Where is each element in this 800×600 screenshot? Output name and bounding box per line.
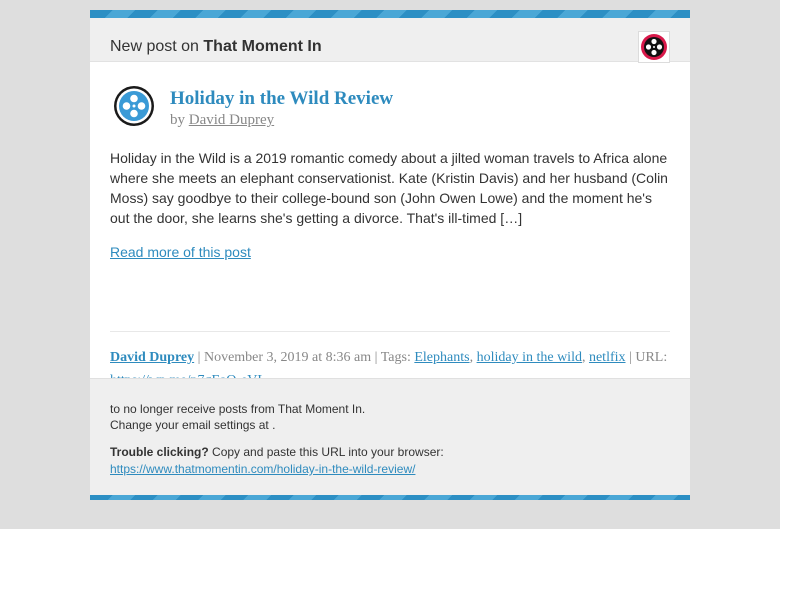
read-more-link[interactable]: Read more of this post	[110, 243, 251, 261]
email-card: New post on That Moment In Holiday in th…	[90, 10, 690, 500]
post-avatar[interactable]	[113, 85, 155, 127]
trouble-clicking-text: Trouble clicking? Copy and paste this UR…	[110, 444, 444, 460]
trouble-label: Trouble clicking?	[110, 445, 209, 459]
tag-link[interactable]: Elephants	[414, 350, 469, 365]
post-section: Holiday in the Wild Review by David Dupr…	[90, 62, 690, 408]
top-stripe	[90, 10, 690, 18]
meta-separator: |	[629, 350, 632, 365]
header-prefix: New post on	[110, 38, 199, 55]
post-excerpt: Holiday in the Wild is a 2019 romantic c…	[110, 150, 668, 226]
film-reel-icon	[641, 34, 667, 60]
header-site-name[interactable]: That Moment In	[203, 38, 321, 55]
trouble-instructions: Copy and paste this URL into your browse…	[212, 445, 444, 459]
byline-author-link[interactable]: David Duprey	[189, 112, 274, 128]
meta-url-label: URL:	[635, 350, 668, 365]
post-url-link[interactable]: https://www.thatmomentin.com/holiday-in-…	[110, 461, 415, 477]
byline-prefix: by	[170, 112, 185, 128]
tag-comma: ,	[469, 350, 474, 365]
meta-separator: |	[197, 350, 201, 365]
meta-author-link[interactable]: David Duprey	[110, 350, 194, 365]
email-header: New post on That Moment In	[90, 18, 690, 63]
scroll-gutter	[780, 14, 790, 544]
email-footer: to no longer receive posts from That Mom…	[90, 378, 690, 496]
header-title: New post on That Moment In	[110, 37, 322, 57]
site-logo[interactable]	[638, 31, 670, 63]
bottom-stripe	[90, 495, 690, 500]
settings-text: Change your email settings at .	[110, 418, 276, 432]
meta-separator: |	[374, 350, 378, 365]
post-title-link[interactable]: Holiday in the Wild Review	[170, 87, 393, 111]
unsubscribe-text: to no longer receive posts from That Mom…	[110, 402, 366, 416]
tag-comma: ,	[581, 350, 586, 365]
divider-top	[110, 331, 670, 332]
tag-link[interactable]: holiday in the wild	[477, 350, 582, 365]
post-byline: by David Duprey	[170, 110, 274, 130]
meta-date: November 3, 2019 at 8:36 am	[203, 350, 372, 365]
meta-tags-label: Tags:	[380, 350, 411, 365]
tag-link[interactable]: netlfix	[589, 350, 626, 365]
film-reel-icon	[114, 86, 154, 126]
